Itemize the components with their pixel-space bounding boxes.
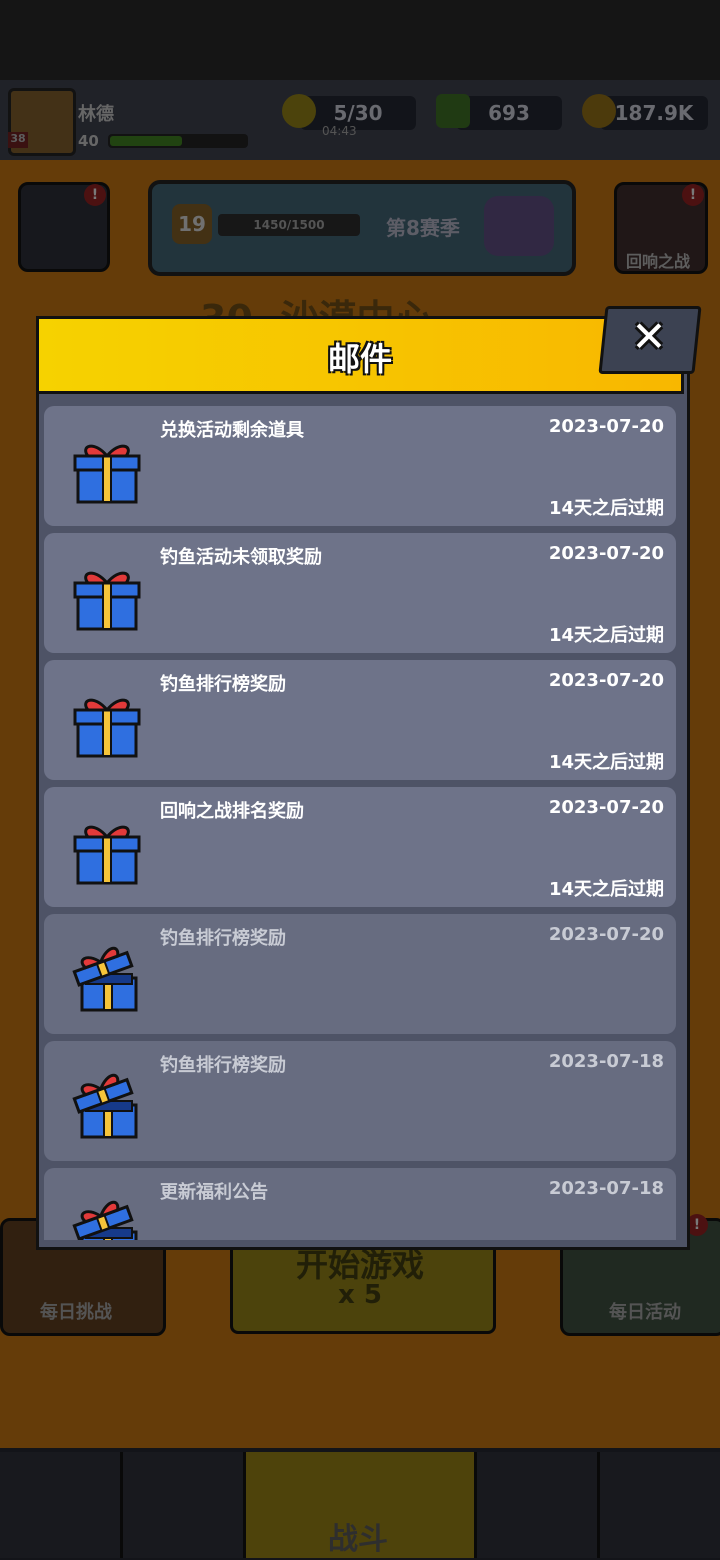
mail-title: 回响之战排名奖励 [160,801,304,822]
mail-date: 2023-07-20 [548,924,664,945]
mail-date: 2023-07-20 [548,543,664,564]
mail-item[interactable]: 更新福利公告 2023-07-18 [44,1168,676,1240]
mail-list[interactable]: 兑换活动剩余道具 2023-07-20 14天之后过期 钓鱼活动未领取奖励 2023-… [44,406,678,1240]
mail-date: 2023-07-20 [548,797,664,818]
mail-title: 钓鱼排行榜奖励 [160,1055,286,1076]
mail-item[interactable]: 钓鱼活动未领取奖励 2023-07-20 14天之后过期 [44,533,676,653]
opened-gift-icon [72,944,142,1014]
mail-title: 兑换活动剩余道具 [160,420,304,441]
mail-date: 2023-07-20 [548,670,664,691]
mail-item[interactable]: 回响之战排名奖励 2023-07-20 14天之后过期 [44,787,676,907]
mail-expiry: 14天之后过期 [548,498,664,519]
mail-title: 钓鱼活动未领取奖励 [160,547,322,568]
mail-item[interactable]: 钓鱼排行榜奖励 2023-07-18 [44,1041,676,1161]
mail-title: 更新福利公告 [160,1182,268,1203]
mail-title: 钓鱼排行榜奖励 [160,674,286,695]
mail-expiry: 14天之后过期 [548,625,664,646]
mail-date: 2023-07-18 [548,1178,664,1199]
status-bar [0,0,720,80]
opened-gift-icon [72,1071,142,1141]
mail-title: 钓鱼排行榜奖励 [160,928,286,949]
mail-date: 2023-07-20 [548,416,664,437]
gift-icon [72,563,142,633]
opened-gift-icon [72,1198,142,1240]
mail-modal-title: 邮件 [327,340,392,378]
mail-item[interactable]: 钓鱼排行榜奖励 2023-07-20 14天之后过期 [44,660,676,780]
mail-date: 2023-07-18 [548,1051,664,1072]
gift-icon [72,690,142,760]
mail-item[interactable]: 兑换活动剩余道具 2023-07-20 14天之后过期 [44,406,676,526]
gift-icon [72,817,142,887]
close-icon[interactable]: ✕ [602,306,696,368]
gift-icon [72,436,142,506]
mail-item[interactable]: 钓鱼排行榜奖励 2023-07-20 [44,914,676,1034]
mail-expiry: 14天之后过期 [548,879,664,900]
mail-expiry: 14天之后过期 [548,752,664,773]
